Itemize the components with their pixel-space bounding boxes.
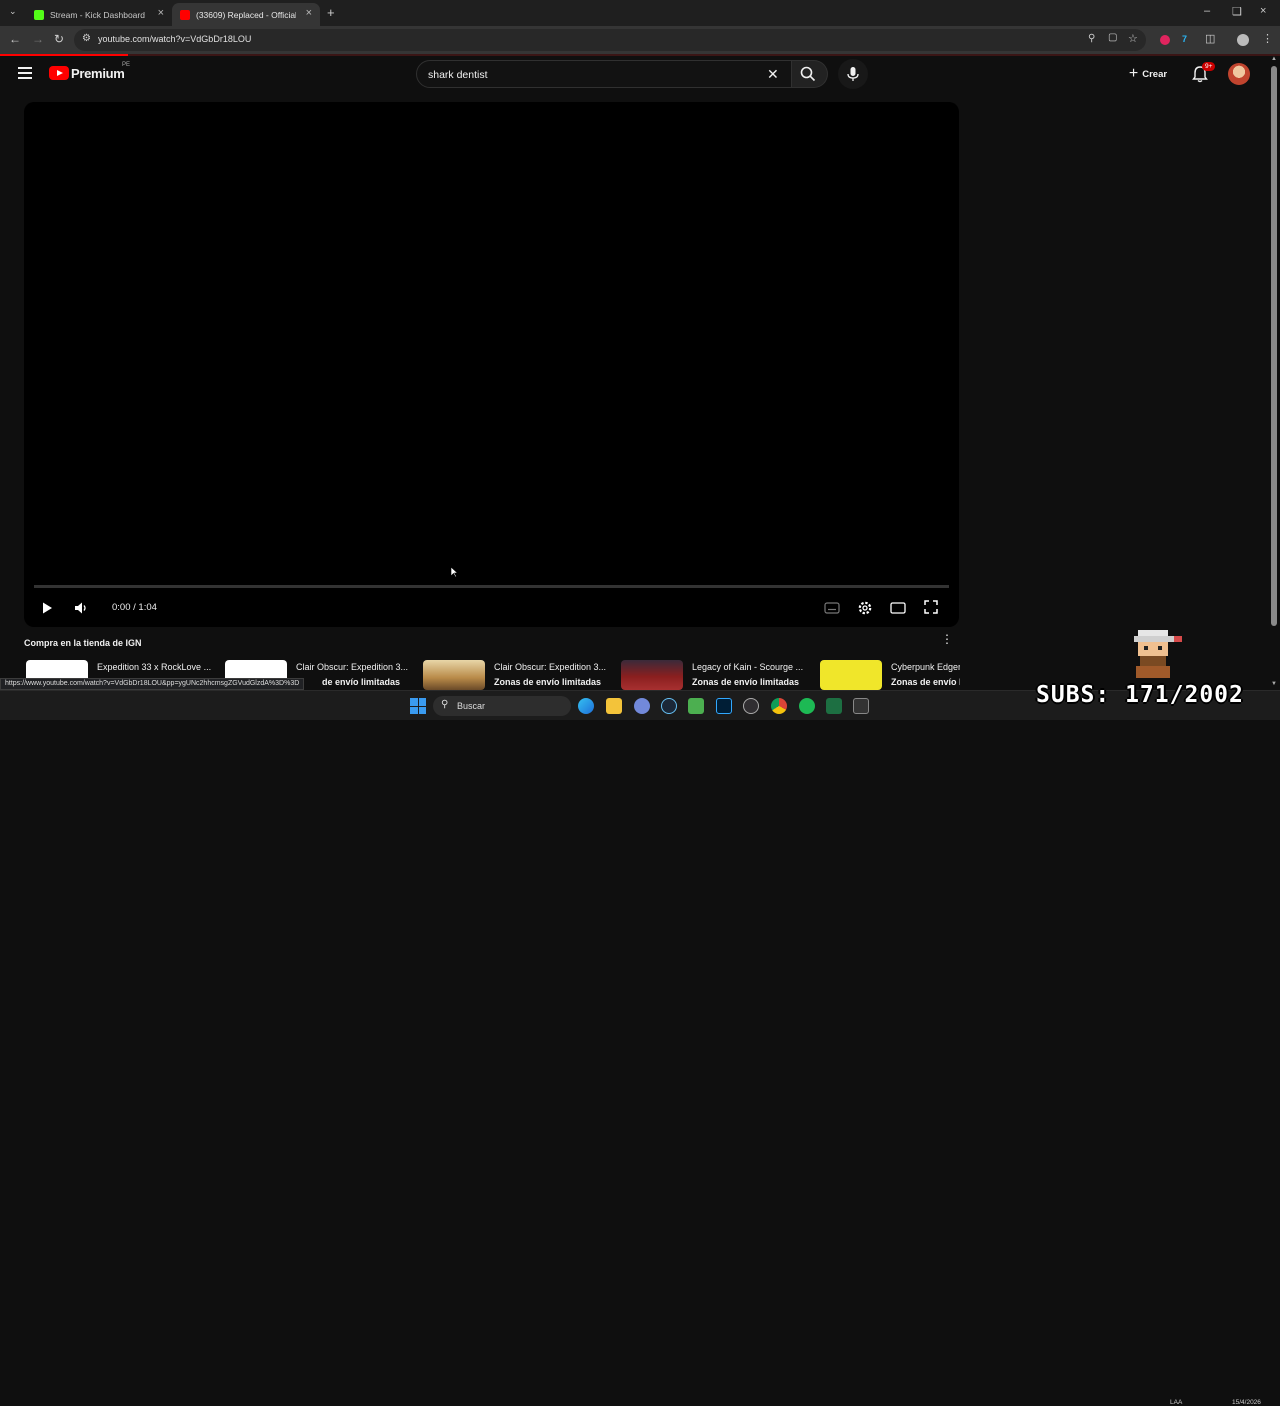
close-tab-icon[interactable]: × <box>158 7 164 19</box>
create-button[interactable]: + Crear <box>1120 61 1176 87</box>
hamburger-menu-icon[interactable] <box>18 67 32 79</box>
browser-toolbar: ← → ↻ ⚙ youtube.com/watch?v=VdGbDr18LOU … <box>0 26 1280 54</box>
youtube-logo-icon[interactable] <box>49 66 69 80</box>
url-text[interactable]: youtube.com/watch?v=VdGbDr18LOU <box>98 34 251 44</box>
user-avatar[interactable] <box>1228 63 1250 85</box>
spotify-icon[interactable] <box>799 698 815 714</box>
discord-icon[interactable] <box>634 698 650 714</box>
mouse-cursor-icon <box>450 566 458 578</box>
extensions-puzzle-icon[interactable]: ◫ <box>1205 32 1215 45</box>
product-subtitle: de envío limitadas <box>322 677 401 687</box>
close-tab-icon[interactable]: × <box>306 7 312 19</box>
shop-item[interactable]: Cyberpunk Edger Zonas de envío l <box>820 660 960 690</box>
search-button[interactable] <box>792 60 828 88</box>
product-title: Expedition 33 x RockLove ... <box>97 662 212 672</box>
browser-tab-bar: ⌄ Stream - Kick Dashboard × (33609) Repl… <box>0 0 1280 26</box>
tab-search-chevron-icon[interactable]: ⌄ <box>9 6 17 17</box>
bookmark-star-icon[interactable]: ☆ <box>1128 32 1138 45</box>
pixel-character-overlay <box>1134 630 1182 678</box>
address-bar[interactable]: ⚙ youtube.com/watch?v=VdGbDr18LOU ⚲ ▢ ☆ <box>74 29 1146 51</box>
shop-section-title: Compra en la tienda de IGN <box>24 638 142 648</box>
chrome-icon[interactable] <box>771 698 787 714</box>
extension-red-icon[interactable] <box>1160 35 1170 45</box>
product-title: Legacy of Kain - Scourge ... <box>692 662 804 672</box>
video-progress-bar[interactable] <box>34 585 949 588</box>
settings-gear-icon[interactable] <box>857 600 873 616</box>
product-title: Clair Obscur: Expedition 3... <box>494 662 607 672</box>
page-scrollbar[interactable]: ▲ ▼ <box>1268 56 1280 690</box>
subtitles-icon[interactable] <box>824 602 840 614</box>
youtube-favicon-icon <box>180 9 190 20</box>
product-thumbnail <box>423 660 485 690</box>
install-app-icon[interactable]: ▢ <box>1108 32 1117 43</box>
product-subtitle: Zonas de envío limitadas <box>494 677 602 687</box>
browser-menu-icon[interactable]: ⋮ <box>1262 32 1273 45</box>
clear-search-icon[interactable]: ✕ <box>767 66 779 83</box>
app-icon[interactable] <box>853 698 869 714</box>
product-thumbnail <box>820 660 882 690</box>
create-label: Crear <box>1142 68 1168 80</box>
search-query-text[interactable]: shark dentist <box>428 69 488 81</box>
tab-title: (33609) Replaced - Official Lau <box>196 9 296 20</box>
shop-item[interactable]: Clair Obscur: Expedition 3... Zonas de e… <box>423 660 618 690</box>
taskbar-search[interactable]: ⚲ Buscar <box>433 696 571 716</box>
product-thumbnail <box>621 660 683 690</box>
new-tab-icon[interactable]: + <box>327 5 335 20</box>
minimize-icon[interactable]: – <box>1204 5 1210 17</box>
profile-avatar-icon[interactable] <box>1237 34 1249 46</box>
volume-icon[interactable] <box>73 601 89 615</box>
product-title: Cyberpunk Edger <box>891 662 960 672</box>
search-icon <box>800 66 816 82</box>
scroll-down-arrow-icon[interactable]: ▼ <box>1271 681 1277 687</box>
voice-search-button[interactable] <box>838 59 868 89</box>
tab-kick-dashboard[interactable]: Stream - Kick Dashboard × <box>26 3 172 26</box>
product-subtitle: Zonas de envío limitadas <box>692 677 800 687</box>
link-status-bubble: https://www.youtube.com/watch?v=VdGbDr18… <box>0 678 305 690</box>
maximize-icon[interactable]: ❑ <box>1232 5 1242 18</box>
zoom-icon[interactable]: ⚲ <box>1088 33 1095 44</box>
taskbar-search-label: Buscar <box>457 701 486 711</box>
product-subtitle: Zonas de envío l <box>891 677 960 687</box>
fullscreen-icon[interactable] <box>924 600 938 614</box>
shop-item[interactable]: Legacy of Kain - Scourge ... Zonas de en… <box>621 660 816 690</box>
play-icon[interactable] <box>40 601 54 615</box>
region-code: PE <box>122 62 131 68</box>
extension-7tv-icon[interactable]: 7 <box>1182 34 1187 44</box>
photoshop-icon[interactable] <box>716 698 732 714</box>
more-options-icon[interactable]: ⋮ <box>941 633 953 645</box>
video-time-display: 0:00 / 1:04 <box>112 602 157 613</box>
steam-icon[interactable] <box>661 698 677 714</box>
forward-arrow-icon[interactable]: → <box>32 32 44 46</box>
back-arrow-icon[interactable]: ← <box>9 32 21 46</box>
close-window-icon[interactable]: × <box>1260 5 1266 17</box>
youtube-premium-logo[interactable]: Premium <box>71 66 125 81</box>
tab-youtube-video[interactable]: (33609) Replaced - Official Lau × <box>172 3 320 26</box>
product-title: Clair Obscur: Expedition 3... <box>296 662 409 672</box>
subs-counter-overlay: SUBS: 171/2002 <box>1036 682 1244 708</box>
clock-date[interactable]: 15/4/2026 <box>1232 1399 1261 1406</box>
obs-icon[interactable] <box>743 698 759 714</box>
tab-title: Stream - Kick Dashboard <box>50 9 145 20</box>
scroll-up-arrow-icon[interactable]: ▲ <box>1271 56 1277 62</box>
minecraft-icon[interactable] <box>688 698 704 714</box>
search-input[interactable]: shark dentist ✕ <box>416 60 792 88</box>
edge-icon[interactable] <box>578 698 594 714</box>
kick-favicon-icon <box>34 9 44 20</box>
video-player[interactable]: 0:00 / 1:04 <box>24 102 959 627</box>
microphone-icon <box>847 67 859 81</box>
file-explorer-icon[interactable] <box>606 698 622 714</box>
notification-count-badge: 9+ <box>1202 62 1216 71</box>
search-icon: ⚲ <box>441 699 449 710</box>
site-info-icon[interactable]: ⚙ <box>82 33 91 44</box>
scrollbar-thumb[interactable] <box>1271 66 1277 626</box>
youtube-header: Premium PE shark dentist ✕ + Crear 9+ <box>0 56 1268 94</box>
theater-mode-icon[interactable] <box>890 602 906 614</box>
plus-icon: + <box>1128 65 1139 82</box>
input-language[interactable]: LAA <box>1170 1399 1182 1406</box>
reload-icon[interactable]: ↻ <box>54 32 64 46</box>
windows-start-icon[interactable] <box>410 698 426 714</box>
excel-icon[interactable] <box>826 698 842 714</box>
